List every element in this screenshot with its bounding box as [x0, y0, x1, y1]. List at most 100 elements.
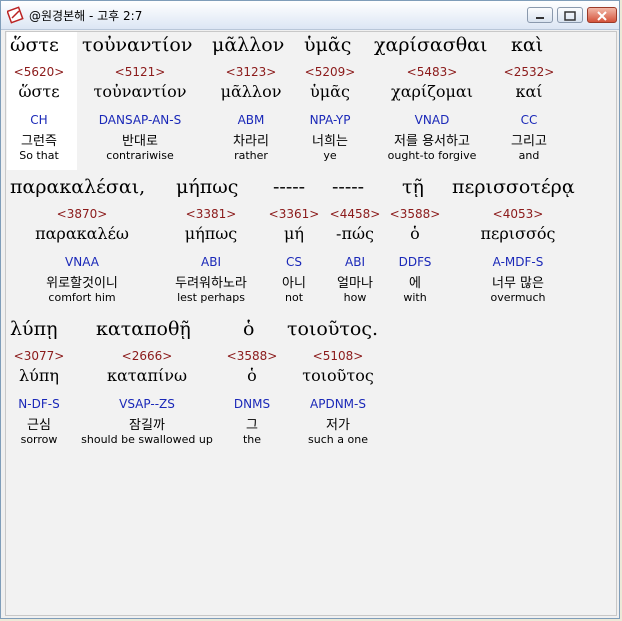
lemma[interactable]: καταπίνω [107, 366, 187, 385]
greek-word[interactable]: παρακαλέσαι, [10, 176, 145, 198]
app-icon[interactable] [6, 6, 25, 24]
parsing-code[interactable]: DDFS [399, 255, 432, 269]
parsing-code[interactable]: DNMS [234, 397, 270, 411]
greek-word[interactable]: χαρίσασθαι [374, 34, 487, 56]
korean-gloss: 두려워하노라 [175, 276, 247, 291]
korean-gloss: 너희는 [312, 134, 348, 149]
parsing-code[interactable]: DANSAP-AN-S [99, 113, 181, 127]
lemma[interactable]: μήπως [185, 224, 238, 243]
parsing-code[interactable]: NPA-YP [310, 113, 351, 127]
minimize-button[interactable] [527, 7, 553, 23]
strong-number[interactable]: <3123> [226, 65, 277, 79]
english-gloss: rather [234, 149, 268, 162]
strong-number[interactable]: <2666> [122, 349, 173, 363]
korean-gloss: 그리고 [511, 134, 547, 149]
greek-word[interactable]: λύπῃ [10, 318, 57, 340]
korean-gloss: 잠길까 [129, 418, 165, 433]
app-window: @원경본해 - 고후 2:7 ὥστε τοὐναντίον μᾶλλον ὑμ… [0, 0, 620, 619]
window-title: @원경본해 - 고후 2:7 [29, 9, 143, 23]
greek-word[interactable]: ὑμᾶς [304, 34, 351, 56]
parsing-code[interactable]: CC [521, 113, 538, 127]
korean-gloss: 아니 [282, 276, 306, 291]
korean-gloss: 차라리 [233, 134, 269, 149]
korean-gloss: 그 [246, 418, 258, 433]
korean-gloss: 반대로 [122, 134, 158, 149]
english-gloss: the [242, 433, 262, 446]
strong-number[interactable]: <3588> [390, 207, 441, 221]
korean-gloss: 위로할것이니 [46, 276, 118, 291]
greek-word[interactable]: τοὐναντίον [82, 34, 192, 56]
english-gloss: So that [19, 149, 59, 162]
korean-gloss: 저를 용서하고 [394, 134, 470, 149]
close-button[interactable] [587, 7, 617, 23]
strong-number[interactable]: <4053> [493, 207, 544, 221]
maximize-button[interactable] [557, 7, 583, 23]
english-gloss: ought-to forgive [387, 149, 477, 162]
parsing-code[interactable]: ABI [201, 255, 221, 269]
english-gloss: such a one [308, 433, 368, 446]
parsing-code[interactable]: CH [30, 113, 47, 127]
strong-number[interactable]: <5121> [115, 65, 166, 79]
english-gloss: should be swallowed up [81, 433, 213, 446]
greek-word[interactable]: καταποθῇ [96, 318, 191, 340]
korean-gloss: 너무 많은 [492, 276, 544, 291]
strong-number[interactable]: <3077> [14, 349, 65, 363]
lemma[interactable]: -πώς [336, 224, 374, 243]
greek-word[interactable]: περισσοτέρᾳ [452, 176, 575, 198]
parsing-code[interactable]: A-MDF-S [493, 255, 544, 269]
english-gloss: contrariwise [106, 149, 174, 162]
interlinear-view[interactable]: ὥστε τοὐναντίον μᾶλλον ὑμᾶς χαρίσασθαι κ… [5, 31, 617, 616]
parsing-code[interactable]: ABI [345, 255, 365, 269]
strong-number[interactable]: <5209> [305, 65, 356, 79]
parsing-code[interactable]: N-DF-S [18, 397, 59, 411]
parsing-code[interactable]: VSAP--ZS [119, 397, 175, 411]
parsing-code[interactable]: ABM [238, 113, 265, 127]
lemma[interactable]: ὥστε [18, 82, 59, 101]
english-gloss: with [403, 291, 427, 304]
lemma[interactable]: τοὐναντίον [94, 82, 187, 101]
lemma[interactable]: ὁ [410, 224, 420, 243]
greek-word[interactable]: ὥστε [10, 34, 59, 56]
greek-word[interactable]: ----- [332, 176, 364, 198]
english-gloss: lest perhaps [177, 291, 245, 304]
lemma[interactable]: τοιοῦτος [302, 366, 374, 385]
lemma[interactable]: λύπη [19, 366, 59, 385]
korean-gloss: 에 [409, 276, 421, 291]
greek-word[interactable]: τῇ [402, 176, 424, 198]
greek-word[interactable]: καὶ [511, 34, 543, 56]
parsing-code[interactable]: VNAD [415, 113, 450, 127]
parsing-code[interactable]: APDNM-S [310, 397, 366, 411]
lemma[interactable]: χαρίζομαι [391, 82, 473, 101]
greek-word[interactable]: μᾶλλον [212, 34, 284, 56]
korean-gloss: 근심 [27, 418, 51, 433]
english-gloss: how [343, 291, 367, 304]
title-bar: @원경본해 - 고후 2:7 [1, 1, 619, 30]
strong-number[interactable]: <3588> [227, 349, 278, 363]
lemma[interactable]: ὁ [247, 366, 257, 385]
english-gloss: sorrow [20, 433, 58, 446]
parsing-code[interactable]: VNAA [65, 255, 99, 269]
greek-word[interactable]: ὁ [243, 318, 254, 340]
strong-number[interactable]: <5483> [407, 65, 458, 79]
lemma[interactable]: καί [515, 82, 542, 101]
lemma[interactable]: περισσός [481, 224, 556, 243]
english-gloss: ye [323, 149, 337, 162]
lemma[interactable]: μή [284, 224, 304, 243]
english-gloss: and [518, 149, 540, 162]
greek-word[interactable]: μήπως [176, 176, 238, 198]
greek-word[interactable]: τοιοῦτος. [287, 318, 378, 340]
strong-number[interactable]: <3381> [186, 207, 237, 221]
lemma[interactable]: παρακαλέω [35, 224, 129, 243]
english-gloss: comfort him [48, 291, 116, 304]
strong-number[interactable]: <2532> [504, 65, 555, 79]
strong-number[interactable]: <3361> [269, 207, 320, 221]
lemma[interactable]: μᾶλλον [221, 82, 282, 101]
strong-number[interactable]: <3870> [57, 207, 108, 221]
parsing-code[interactable]: CS [286, 255, 302, 269]
strong-number[interactable]: <4458> [330, 207, 381, 221]
lemma[interactable]: ὑμᾶς [310, 82, 350, 101]
strong-number[interactable]: <5620> [14, 65, 65, 79]
english-gloss: not [284, 291, 304, 304]
greek-word[interactable]: ----- [273, 176, 305, 198]
strong-number[interactable]: <5108> [313, 349, 364, 363]
